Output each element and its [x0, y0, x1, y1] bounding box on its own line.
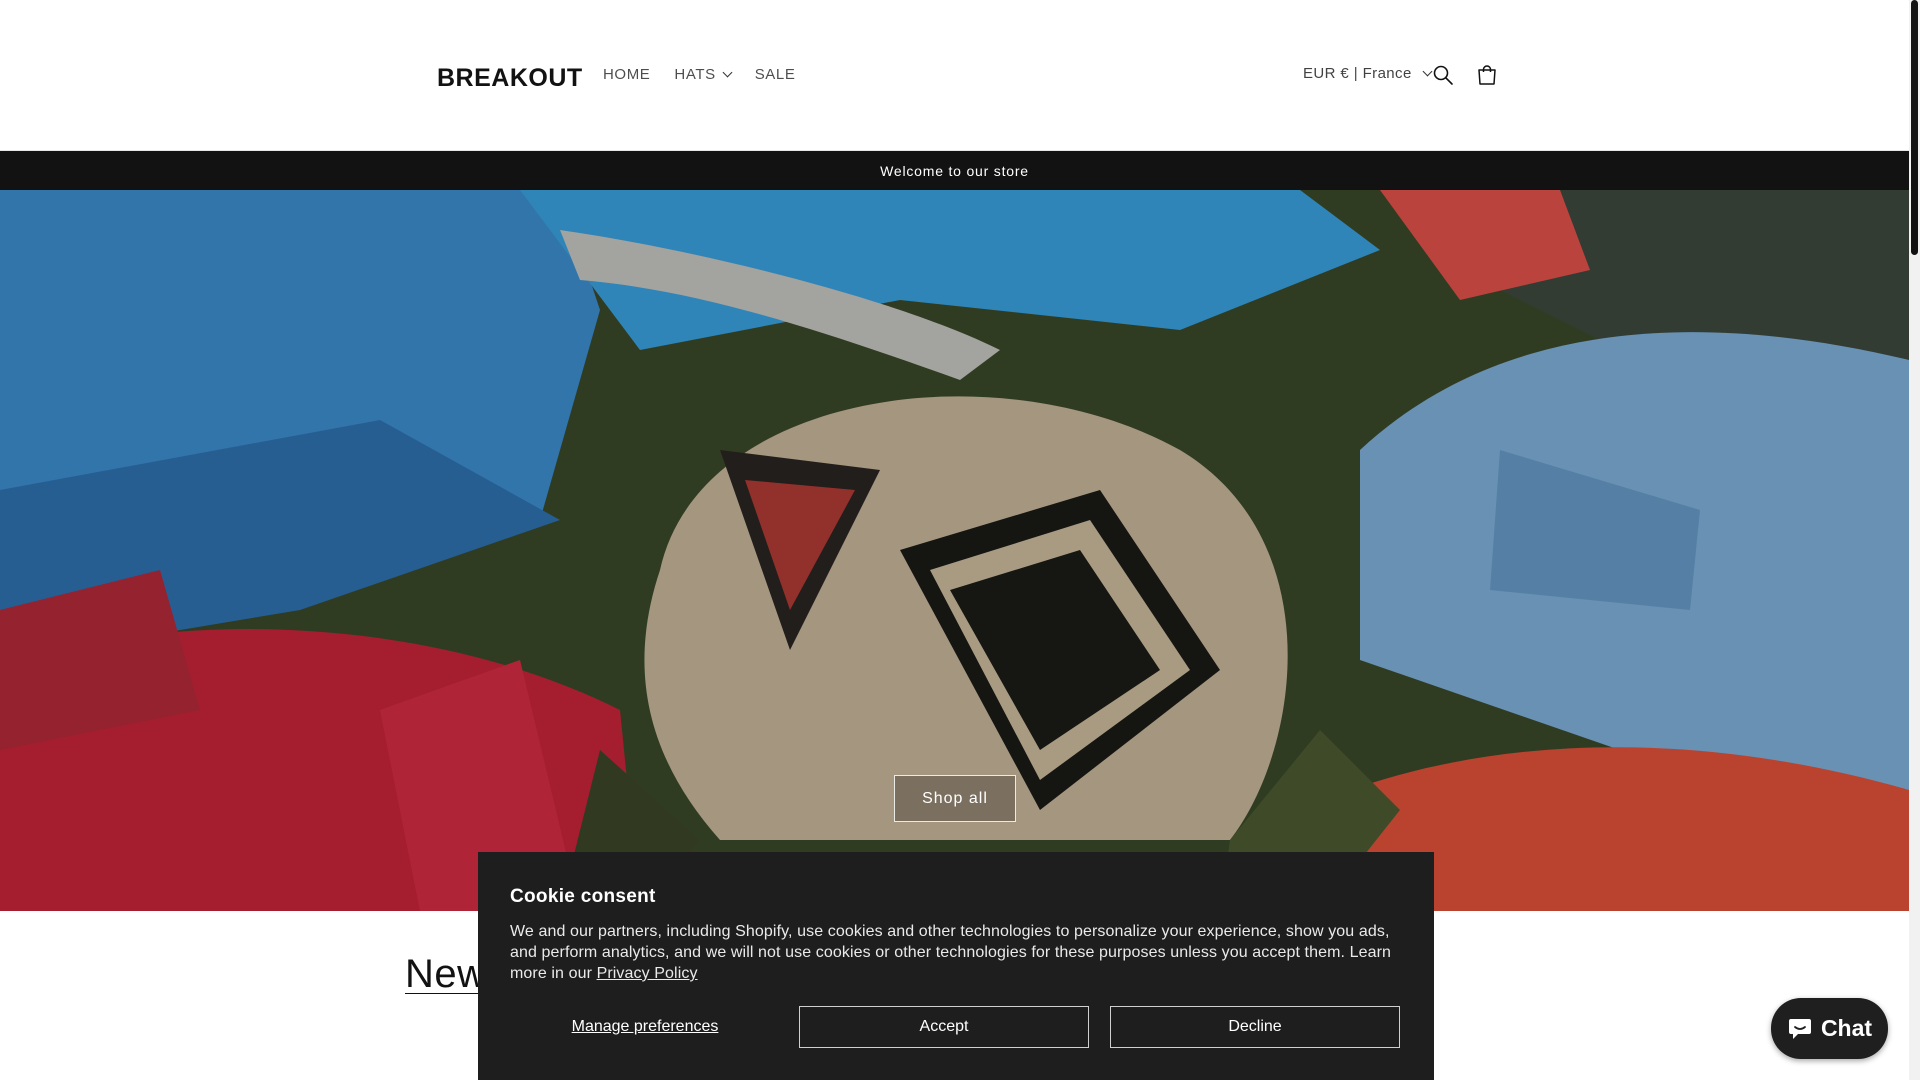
- search-icon: [1433, 65, 1453, 85]
- nav-item-home[interactable]: HOME: [603, 66, 650, 83]
- accept-button[interactable]: Accept: [799, 1006, 1089, 1048]
- section-title[interactable]: New: [405, 952, 487, 997]
- currency-selector[interactable]: EUR € | France: [1303, 65, 1433, 82]
- shop-all-button[interactable]: Shop all: [894, 775, 1016, 822]
- cookie-actions: Manage preferences Accept Decline: [510, 1006, 1402, 1048]
- search-button[interactable]: [1428, 60, 1458, 90]
- nav-item-label: HATS: [674, 66, 716, 83]
- nav-item-label: HOME: [603, 66, 651, 83]
- hero-banner: Shop all: [0, 190, 1909, 911]
- scrollbar[interactable]: [1909, 0, 1920, 1080]
- store-logo[interactable]: BREAKOUT: [437, 64, 583, 93]
- currency-label: EUR € | France: [1303, 65, 1412, 82]
- privacy-policy-link[interactable]: Privacy Policy: [597, 965, 698, 982]
- nav-item-hats[interactable]: HATS: [674, 66, 733, 83]
- page: BREAKOUT HOME HATS SALE EUR € | France W…: [0, 0, 1920, 1080]
- cookie-consent-banner: Cookie consent We and our partners, incl…: [478, 852, 1434, 1080]
- main-nav: HOME HATS SALE: [603, 66, 819, 83]
- decline-button[interactable]: Decline: [1110, 1006, 1400, 1048]
- chat-label: Chat: [1820, 1015, 1873, 1041]
- cart-icon: [1478, 65, 1496, 85]
- announcement-bar: Welcome to our store: [0, 151, 1909, 190]
- nav-item-label: SALE: [754, 66, 796, 83]
- chat-button[interactable]: Chat: [1771, 998, 1888, 1059]
- cookie-title: Cookie consent: [510, 886, 656, 907]
- manage-preferences-button[interactable]: Manage preferences: [510, 1006, 780, 1048]
- nav-item-sale[interactable]: SALE: [755, 66, 796, 83]
- scrollbar-thumb[interactable]: [1911, 0, 1918, 255]
- cookie-body: We and our partners, including Shopify, …: [510, 921, 1400, 984]
- chat-bubble-icon: [1788, 1018, 1811, 1039]
- site-header: BREAKOUT HOME HATS SALE EUR € | France: [0, 0, 1909, 151]
- chevron-down-icon: [722, 67, 733, 78]
- cart-button[interactable]: [1472, 60, 1502, 90]
- announcement-text: Welcome to our store: [880, 162, 1029, 179]
